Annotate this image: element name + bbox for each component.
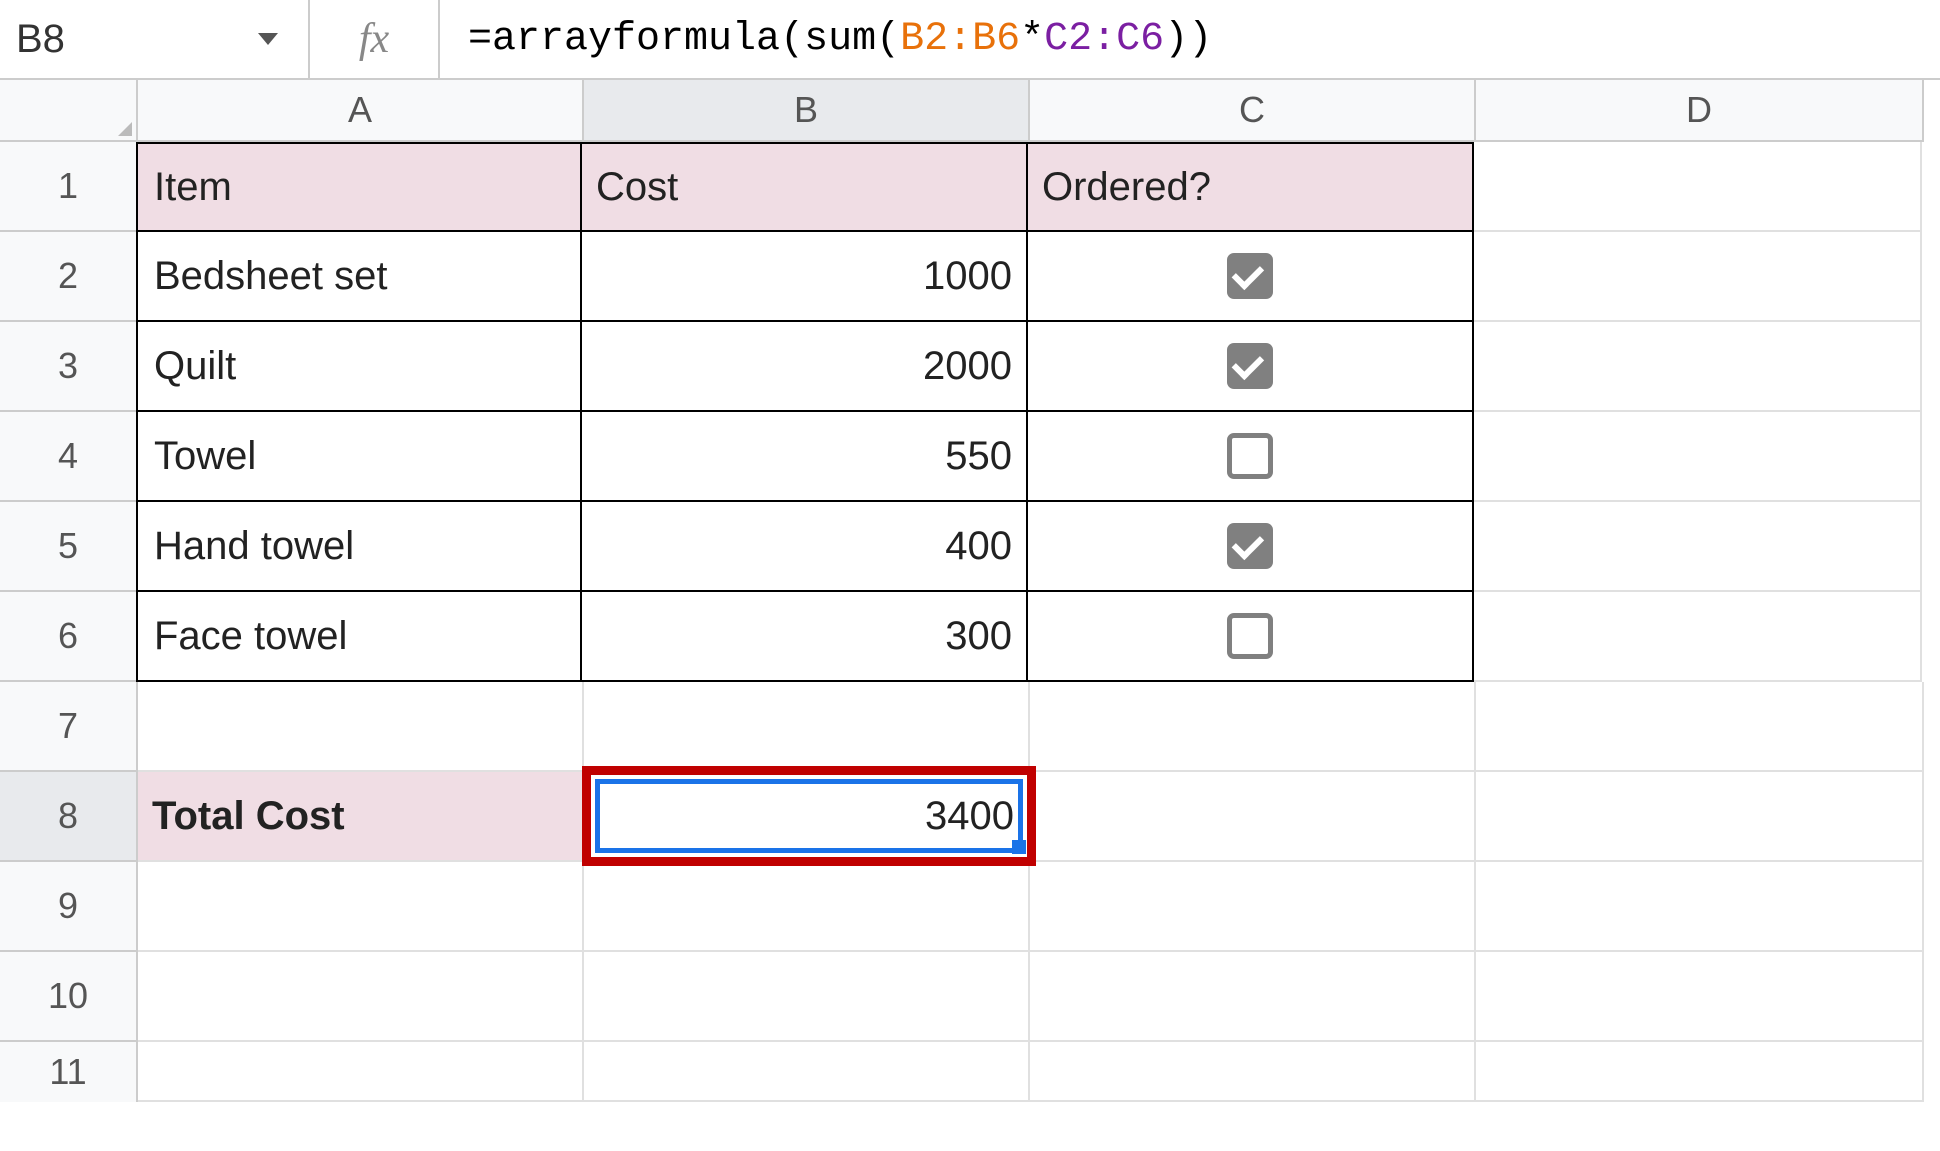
table-row: Towel 550 [138, 412, 1924, 502]
table-row [138, 682, 1924, 772]
cell-D3[interactable] [1474, 322, 1922, 412]
row-header-4[interactable]: 4 [0, 412, 138, 502]
cell-D2[interactable] [1474, 232, 1922, 322]
col-header-D[interactable]: D [1476, 80, 1924, 142]
cell-D7[interactable] [1476, 682, 1924, 772]
cell-B9[interactable] [584, 862, 1030, 952]
table-row: Total Cost 3400 [138, 772, 1924, 862]
formula-bar: B8 fx =arrayformula(sum(B2:B6*C2:C6)) [0, 0, 1940, 80]
row-header-2[interactable]: 2 [0, 232, 138, 322]
item-cost[interactable]: 400 [582, 502, 1028, 592]
cell-A10[interactable] [138, 952, 584, 1042]
item-ordered[interactable] [1028, 322, 1474, 412]
formula-func-arrayformula: arrayformula [492, 17, 780, 62]
header-ordered[interactable]: Ordered? [1028, 142, 1474, 232]
cell-C7[interactable] [1030, 682, 1476, 772]
item-cost[interactable]: 550 [582, 412, 1028, 502]
checkbox-icon[interactable] [1227, 253, 1273, 299]
formula-input[interactable]: =arrayformula(sum(B2:B6*C2:C6)) [440, 0, 1940, 78]
row-header-8[interactable]: 8 [0, 772, 138, 862]
row-header-9[interactable]: 9 [0, 862, 138, 952]
item-ordered[interactable] [1028, 502, 1474, 592]
item-name[interactable]: Bedsheet set [136, 232, 582, 322]
table-row: Hand towel 400 [138, 502, 1924, 592]
table-row [138, 1042, 1924, 1102]
total-value[interactable]: 3400 [584, 772, 1030, 862]
cell-C8[interactable] [1030, 772, 1476, 862]
total-label[interactable]: Total Cost [138, 772, 584, 862]
fx-button[interactable]: fx [310, 0, 440, 78]
formula-func-sum: sum [804, 17, 876, 62]
checkbox-icon[interactable] [1227, 343, 1273, 389]
row-header-5[interactable]: 5 [0, 502, 138, 592]
fx-icon: fx [359, 15, 389, 63]
cell-A7[interactable] [138, 682, 584, 772]
cell-D10[interactable] [1476, 952, 1924, 1042]
cell-D8[interactable] [1476, 772, 1924, 862]
row-header-7[interactable]: 7 [0, 682, 138, 772]
cell-reference-value: B8 [16, 17, 65, 62]
item-cost[interactable]: 1000 [582, 232, 1028, 322]
row-headers: 1 2 3 4 5 6 7 8 9 10 11 [0, 142, 138, 1102]
checkbox-icon[interactable] [1227, 433, 1273, 479]
row-header-11[interactable]: 11 [0, 1042, 138, 1102]
cell-D5[interactable] [1474, 502, 1922, 592]
item-ordered[interactable] [1028, 592, 1474, 682]
grid-body: 1 2 3 4 5 6 7 8 9 10 11 Item Cost Ordere… [0, 142, 1940, 1102]
formula-op: * [1020, 17, 1044, 62]
row-header-6[interactable]: 6 [0, 592, 138, 682]
cells-container: Item Cost Ordered? Bedsheet set 1000 [138, 142, 1924, 1102]
cell-B7[interactable] [584, 682, 1030, 772]
row-header-3[interactable]: 3 [0, 322, 138, 412]
table-row: Bedsheet set 1000 [138, 232, 1924, 322]
table-row [138, 952, 1924, 1042]
formula-range-1: B2:B6 [900, 17, 1020, 62]
item-name[interactable]: Towel [136, 412, 582, 502]
table-row: Face towel 300 [138, 592, 1924, 682]
cell-D9[interactable] [1476, 862, 1924, 952]
cell-C10[interactable] [1030, 952, 1476, 1042]
cell-D4[interactable] [1474, 412, 1922, 502]
cell-reference-box[interactable]: B8 [0, 0, 310, 78]
column-headers: A B C D [0, 80, 1940, 142]
item-ordered[interactable] [1028, 232, 1474, 322]
item-cost[interactable]: 2000 [582, 322, 1028, 412]
cell-C11[interactable] [1030, 1042, 1476, 1102]
spreadsheet-grid: A B C D 1 2 3 4 5 6 7 8 9 10 11 [0, 80, 1940, 1151]
cell-A9[interactable] [138, 862, 584, 952]
item-cost[interactable]: 300 [582, 592, 1028, 682]
table-row [138, 862, 1924, 952]
formula-range-2: C2:C6 [1044, 17, 1164, 62]
item-name[interactable]: Hand towel [136, 502, 582, 592]
col-header-A[interactable]: A [138, 80, 584, 142]
table-row: Quilt 2000 [138, 322, 1924, 412]
checkbox-icon[interactable] [1227, 523, 1273, 569]
chevron-down-icon[interactable] [258, 33, 278, 45]
item-ordered[interactable] [1028, 412, 1474, 502]
cell-D6[interactable] [1474, 592, 1922, 682]
cell-C9[interactable] [1030, 862, 1476, 952]
col-header-C[interactable]: C [1030, 80, 1476, 142]
select-all-corner[interactable] [0, 80, 138, 142]
cell-D11[interactable] [1476, 1042, 1924, 1102]
row-header-1[interactable]: 1 [0, 142, 138, 232]
col-header-B[interactable]: B [584, 80, 1030, 142]
cell-D1[interactable] [1474, 142, 1922, 232]
item-name[interactable]: Quilt [136, 322, 582, 412]
cell-A11[interactable] [138, 1042, 584, 1102]
cell-B11[interactable] [584, 1042, 1030, 1102]
header-cost[interactable]: Cost [582, 142, 1028, 232]
table-row: Item Cost Ordered? [138, 142, 1924, 232]
checkbox-icon[interactable] [1227, 613, 1273, 659]
row-header-10[interactable]: 10 [0, 952, 138, 1042]
item-name[interactable]: Face towel [136, 592, 582, 682]
cell-B10[interactable] [584, 952, 1030, 1042]
formula-eq: = [468, 17, 492, 62]
header-item[interactable]: Item [136, 142, 582, 232]
